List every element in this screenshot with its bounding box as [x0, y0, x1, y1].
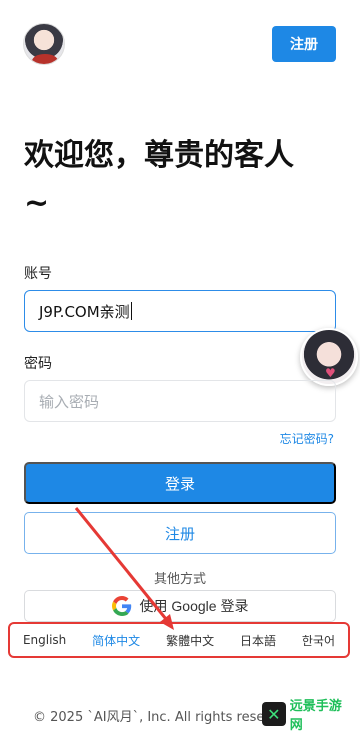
login-button[interactable]: 登录: [24, 462, 336, 504]
watermark-text: 远景手游网: [289, 699, 342, 733]
register-button[interactable]: 注册: [24, 512, 336, 554]
forgot-password-link[interactable]: 忘记密码?: [280, 430, 334, 447]
password-placeholder: 输入密码: [39, 392, 100, 411]
google-login-label: 使用 Google 登录: [139, 598, 249, 614]
lang-simplified-chinese[interactable]: 简体中文: [92, 632, 140, 649]
lang-korean[interactable]: 한국어: [302, 632, 335, 649]
google-icon: [111, 596, 131, 616]
lang-traditional-chinese[interactable]: 繁體中文: [166, 632, 214, 649]
footer-copyright: © 2025 `AI风月`, Inc. All rights reserved.: [33, 710, 283, 725]
password-label: 密码: [24, 356, 52, 372]
lang-japanese[interactable]: 日本語: [240, 632, 276, 649]
language-switcher: English 简体中文 繁體中文 日本語 한국어: [8, 622, 350, 658]
other-methods-label: 其他方式: [153, 572, 206, 587]
header-register-button[interactable]: 注册: [272, 26, 336, 62]
watermark-logo-icon: ✕: [262, 702, 286, 726]
google-login-button[interactable]: 使用 Google 登录: [24, 590, 336, 622]
page-title: 欢迎您，尊贵的客人 ~: [24, 138, 294, 221]
user-avatar[interactable]: [23, 23, 65, 65]
account-value: J9P.COM亲测: [39, 302, 130, 321]
account-input[interactable]: J9P.COM亲测: [24, 290, 336, 332]
password-input[interactable]: 输入密码: [24, 380, 336, 422]
text-caret: [130, 302, 132, 320]
lang-english[interactable]: English: [23, 633, 66, 647]
watermark: ✕ 远景手游网: [262, 699, 354, 733]
floating-assistant-avatar[interactable]: [300, 328, 358, 386]
account-label: 账号: [24, 266, 52, 282]
